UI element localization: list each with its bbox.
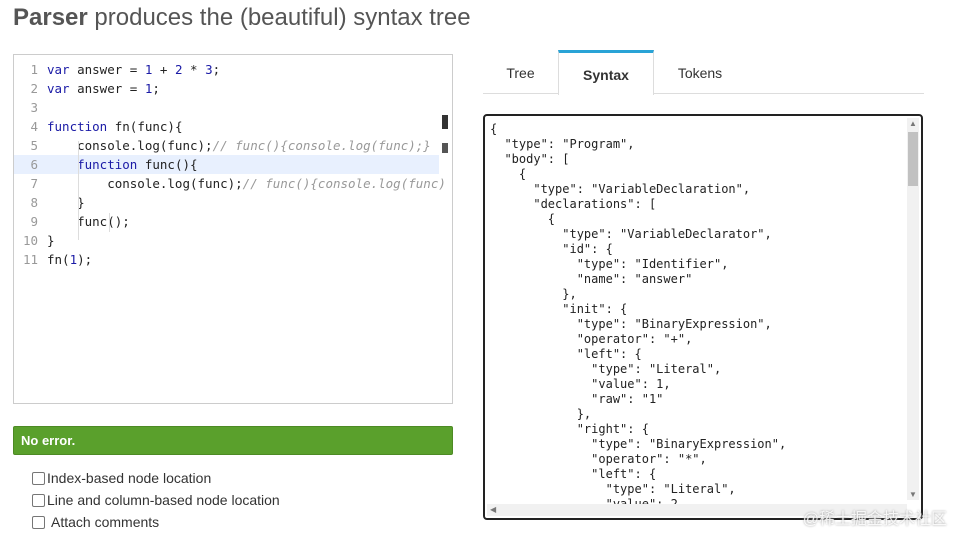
checkbox-attach-comments[interactable] [32, 515, 45, 529]
json-line: { [490, 122, 498, 136]
json-line: "type": "Program", [490, 137, 635, 151]
json-line: "type": "VariableDeclarator", [490, 227, 772, 241]
vertical-scrollbar[interactable]: ▲ ▼ [907, 118, 919, 500]
json-line: "init": { [490, 302, 628, 316]
line-number: 8 [30, 195, 38, 210]
line-number: 7 [30, 176, 38, 191]
code-line[interactable]: 11 fn(1); [14, 250, 439, 269]
option-label: Line and column-based node location [47, 492, 280, 508]
line-code: } [47, 233, 55, 248]
json-line: "type": "Literal", [490, 362, 722, 376]
json-line: "operator": "+", [490, 332, 693, 346]
page-title: Parser produces the (beautiful) syntax t… [13, 4, 471, 32]
line-number: 2 [30, 81, 38, 96]
line-code: fn(1); [47, 252, 93, 267]
code-line[interactable]: 4 function fn(func){ [14, 117, 439, 136]
code-line[interactable]: 1 var answer = 1 + 2 * 3; [14, 60, 439, 79]
indent-guide [109, 213, 110, 232]
line-code: console.log(func);// func(){console.log(… [47, 176, 446, 191]
scroll-down-icon[interactable]: ▼ [909, 490, 917, 499]
scrollbar-thumb[interactable] [908, 132, 918, 186]
json-line: "type": "Literal", [490, 482, 736, 496]
json-line: "value": 1, [490, 377, 671, 391]
option-line-column-location[interactable]: Line and column-based node location [32, 492, 280, 508]
line-number: 4 [30, 119, 38, 134]
option-label: Index-based node location [47, 470, 212, 486]
code-editor[interactable]: 1 var answer = 1 + 2 * 3; 2 var answer = 1;… [13, 54, 453, 404]
line-number: 10 [22, 233, 38, 248]
json-line: "right": { [490, 422, 649, 436]
json-line: "left": { [490, 347, 642, 361]
line-number: 3 [30, 100, 38, 115]
output-tabs: Tree Syntax Tokens [483, 50, 924, 95]
title-rest: produces the (beautiful) syntax tree [87, 4, 471, 31]
json-line: "raw": "1" [490, 392, 664, 406]
json-line: "type": "BinaryExpression", [490, 437, 787, 451]
line-number: 1 [30, 62, 38, 77]
line-code: func(); [47, 214, 130, 229]
code-line[interactable]: 3 [14, 98, 439, 117]
tab-tokens[interactable]: Tokens [654, 50, 746, 94]
json-line: }, [490, 407, 592, 421]
line-number: 11 [22, 252, 38, 267]
indent-guide [78, 141, 79, 240]
json-line: "type": "BinaryExpression", [490, 317, 772, 331]
option-attach-comments[interactable]: Attach comments [32, 514, 159, 530]
status-bar: No error. [13, 426, 453, 455]
json-line: "operator": "*", [490, 452, 707, 466]
syntax-tree-json: { "type": "Program", "body": [ { "type":… [490, 122, 786, 512]
json-line: "declarations": [ [490, 197, 657, 211]
line-number: 9 [30, 214, 38, 229]
line-number: 6 [30, 157, 38, 172]
title-bold: Parser [13, 4, 88, 31]
line-code: var answer = 1; [47, 81, 160, 96]
editor-scroll-marker [442, 115, 448, 129]
tab-syntax[interactable]: Syntax [558, 50, 654, 95]
line-code: function fn(func){ [47, 119, 183, 134]
json-line: }, [490, 287, 577, 301]
json-line: { [490, 212, 556, 226]
checkbox-line-column-location[interactable] [32, 493, 45, 507]
tab-tree[interactable]: Tree [483, 50, 558, 94]
line-code: var answer = 1 + 2 * 3; [47, 62, 221, 77]
editor-scroll-marker-2 [442, 143, 448, 153]
option-label: Attach comments [51, 514, 160, 530]
syntax-tree-panel[interactable]: { "type": "Program", "body": [ { "type":… [483, 114, 923, 520]
scroll-left-icon[interactable]: ◀ [490, 505, 496, 514]
json-line: { [490, 167, 527, 181]
json-line: "type": "VariableDeclaration", [490, 182, 751, 196]
json-line: "id": { [490, 242, 613, 256]
code-line[interactable]: 2 var answer = 1; [14, 79, 439, 98]
line-number: 5 [30, 138, 38, 153]
json-line: "body": [ [490, 152, 570, 166]
option-index-location[interactable]: Index-based node location [32, 470, 211, 486]
json-line: "type": "Identifier", [490, 257, 729, 271]
json-line: "name": "answer" [490, 272, 693, 286]
line-code: function func(){ [77, 157, 198, 172]
json-line: "left": { [490, 467, 657, 481]
scroll-up-icon[interactable]: ▲ [909, 119, 917, 128]
watermark: @稀土掘金技术社区 [802, 511, 947, 528]
line-code: console.log(func);// func(){console.log(… [47, 138, 431, 153]
checkbox-index-location[interactable] [32, 471, 45, 485]
